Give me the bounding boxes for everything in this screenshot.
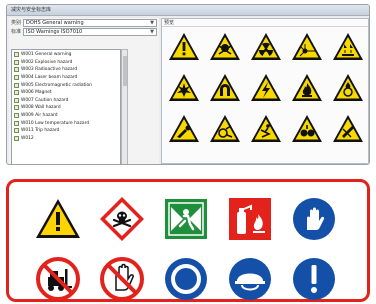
cutting-warning-icon[interactable] [330, 111, 366, 147]
corrosive-warning-icon[interactable] [330, 29, 366, 65]
folder-icon [14, 113, 19, 119]
wear-gloves-sign[interactable] [291, 196, 337, 242]
list-item[interactable]: W012 [14, 135, 120, 143]
list-item[interactable]: W008 Wall hazard [14, 104, 120, 112]
folder-icon [14, 75, 19, 81]
preview-pane: 预览 [161, 18, 369, 164]
list-item[interactable]: W007 Caution hazard [14, 97, 120, 105]
radiation-warning-icon[interactable] [248, 29, 284, 65]
folder-icon [14, 59, 19, 65]
explosion-warning-icon[interactable] [166, 70, 202, 106]
folder-icon [14, 97, 19, 103]
chevron-down-icon: ▼ [150, 28, 154, 35]
general-mandatory-sign[interactable] [291, 256, 337, 302]
general-warning-icon[interactable] [166, 29, 202, 65]
standard-select-value: ISO Warnings ISO7010 [26, 28, 83, 35]
laser-warning-icon[interactable] [289, 29, 325, 65]
folder-icon [14, 82, 19, 88]
safety-sign-grid [35, 196, 355, 302]
wear-helmet-sign[interactable] [227, 256, 273, 302]
list-item[interactable]: W006 Magnet [14, 89, 120, 97]
scrollbar-thumb[interactable] [123, 56, 127, 86]
roller-warning-icon[interactable] [289, 111, 325, 147]
electric-warning-icon[interactable] [248, 70, 284, 106]
wear-ear-protection-sign[interactable] [163, 256, 209, 302]
sign-tree-list[interactable]: W001 General warning W002 Explosive haza… [11, 49, 121, 164]
flammable-warning-icon[interactable] [289, 70, 325, 106]
category-select[interactable]: DOHS General warning ▼ [23, 18, 157, 27]
standard-row: 标准 ISO Warnings ISO7010 ▼ [9, 27, 159, 36]
folder-icon [14, 90, 19, 96]
preview-title: 预览 [162, 19, 368, 27]
magnet-warning-icon[interactable] [207, 70, 243, 106]
list-item[interactable]: W011 Trip hazard [14, 127, 120, 135]
list-item[interactable]: W009 Air hazard [14, 112, 120, 120]
window-title: 减灾与安全标志库 [7, 5, 369, 16]
standard-select[interactable]: ISO Warnings ISO7010 ▼ [23, 27, 157, 36]
toxic-warning-icon[interactable] [207, 29, 243, 65]
category-label: 类别 [11, 20, 22, 26]
no-touching-sign[interactable] [99, 256, 145, 302]
folder-icon [14, 135, 19, 141]
standard-label: 标准 [11, 29, 22, 35]
category-select-value: DOHS General warning [26, 19, 84, 26]
warning-sign-grid [166, 29, 366, 147]
oxidizer-warning-icon[interactable] [330, 70, 366, 106]
folder-icon [14, 120, 19, 126]
folder-icon [14, 105, 19, 111]
left-pane: 类别 DOHS General warning ▼ 标准 ISO Warning… [9, 18, 159, 164]
list-item[interactable]: W003 Radioactive hazard [14, 66, 120, 74]
slip-warning-icon[interactable] [248, 111, 284, 147]
fire-extinguisher-sign[interactable] [227, 196, 273, 242]
list-item[interactable]: W002 Explosive hazard [14, 59, 120, 67]
tree-scrollbar[interactable] [121, 49, 128, 164]
general-warning-sign[interactable] [35, 196, 81, 242]
category-row: 类别 DOHS General warning ▼ [9, 18, 159, 27]
folder-icon [14, 52, 19, 58]
sign-callout-panel [6, 179, 370, 302]
chevron-down-icon: ▼ [150, 19, 154, 26]
list-item[interactable]: W001 General warning [14, 51, 120, 59]
list-item[interactable]: W010 Low temperature hazard [14, 119, 120, 127]
emergency-exit-sign[interactable] [163, 196, 209, 242]
machinery-warning-icon[interactable] [207, 111, 243, 147]
folder-icon [14, 67, 19, 73]
list-item[interactable]: W004 Laser beam hazard [14, 74, 120, 82]
crush-hands-warning-icon[interactable] [166, 111, 202, 147]
folder-icon [14, 128, 19, 134]
app-window: 减灾与安全标志库 类别 DOHS General warning ▼ 标准 IS… [6, 4, 370, 165]
toxic-warning-sign[interactable] [99, 196, 145, 242]
no-forklift-sign[interactable] [35, 256, 81, 302]
list-item[interactable]: W005 Electromagnetic radiation [14, 81, 120, 89]
